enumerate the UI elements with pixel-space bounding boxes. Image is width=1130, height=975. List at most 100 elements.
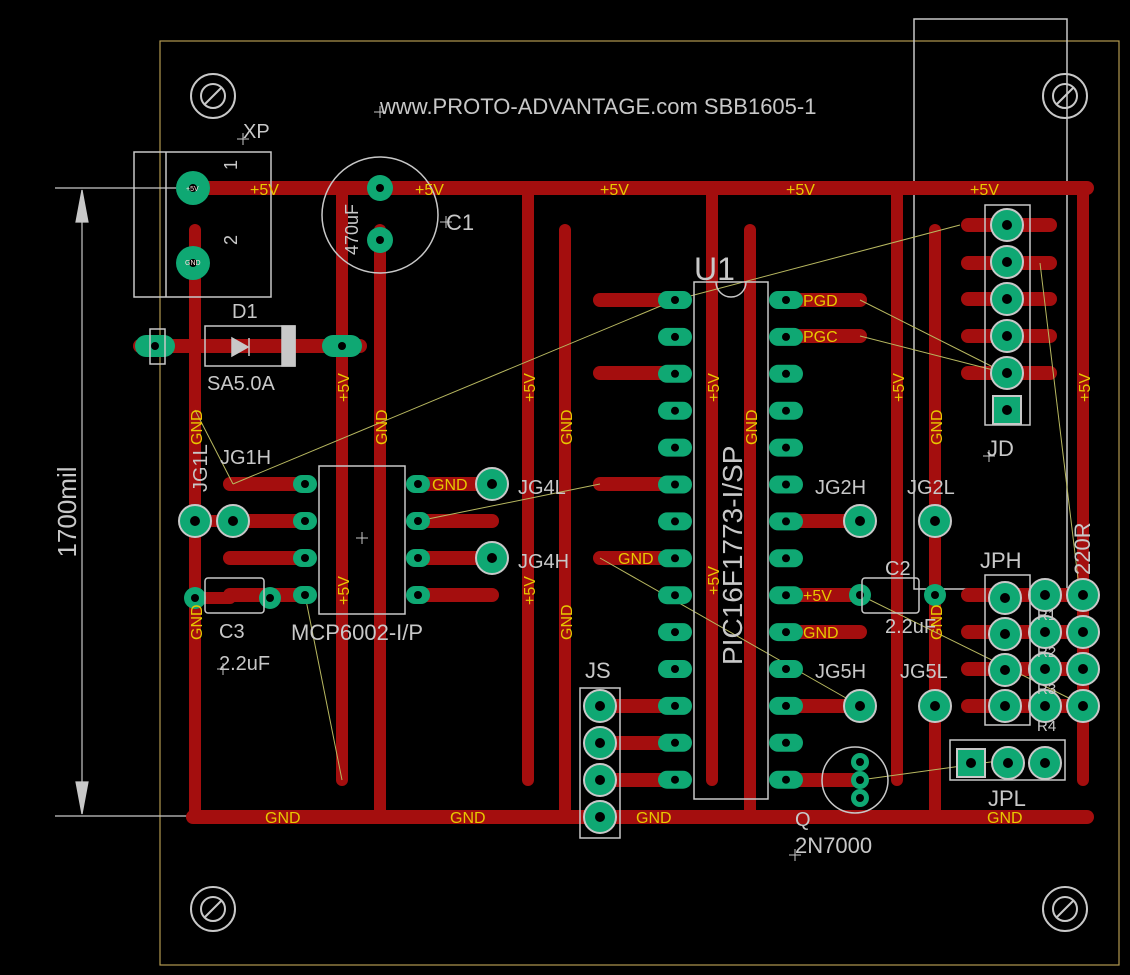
q-pad-3-drill — [856, 794, 864, 802]
jg2l-pad — [918, 504, 952, 538]
jg1l-pad — [178, 504, 212, 538]
u1-pad-l8-drill — [671, 554, 679, 563]
mcp-pad-l3-drill — [301, 554, 309, 562]
u1-pad-r2-drill — [782, 332, 790, 341]
js-pad-2 — [583, 726, 617, 760]
u1-pad-l12-drill — [671, 701, 679, 710]
u1-pad-r4-drill — [782, 406, 790, 415]
board-title: www.PROTO-ADVANTAGE.com SBB1605-1 — [379, 94, 816, 119]
pcb-layout-view: 1700mil +5V +5V +5V +5V +5V GND GND GND … — [0, 0, 1130, 975]
c2-pad-2-drill — [931, 591, 939, 599]
mounting-hole-tl — [190, 73, 236, 119]
r-value: 220R — [1070, 522, 1095, 575]
u1-pad-r3-drill — [782, 369, 790, 378]
jg1h-label: JG1H — [220, 447, 271, 469]
net-label-gnd-v2: GND — [374, 409, 391, 445]
u1-pad-l4-drill — [671, 406, 679, 415]
net-label-vcc-1: +5V — [250, 182, 279, 199]
u1-pad-l11-drill — [671, 665, 679, 673]
u1-label: U1 — [694, 251, 735, 287]
net-label-gnd-4: GND — [987, 810, 1023, 827]
u1-pad-l10-drill — [671, 628, 679, 637]
mcp-pad-r1-drill — [414, 480, 422, 488]
u1-pad-l14-drill — [671, 775, 679, 784]
r1-label: R1 — [1037, 607, 1056, 624]
d1-label: D1 — [232, 301, 258, 323]
net-label-vcc-v1: +5V — [336, 373, 353, 402]
mcp-pad-r2-drill — [414, 517, 422, 525]
jg5l-pad — [918, 689, 952, 723]
js-pad-3 — [583, 763, 617, 797]
u1-pad-l7-drill — [671, 517, 679, 526]
net-label-gnd-u1: GND — [618, 551, 654, 568]
ratsnest-airwires — [194, 224, 1086, 781]
u1-value: PIC16F1773-I/SP — [717, 446, 748, 665]
u1-pad-r12-drill — [782, 701, 790, 710]
jg2h-label: JG2H — [815, 477, 866, 499]
mounting-hole-tr — [1042, 73, 1088, 119]
pcb-canvas: 1700mil +5V +5V +5V +5V +5V GND GND GND … — [52, 18, 1120, 966]
u1-pad-r9-drill — [782, 591, 790, 600]
jpl-pad-1 — [956, 748, 986, 778]
jph-label: JPH — [980, 548, 1022, 573]
net-label-vcc-5: +5V — [970, 182, 999, 199]
net-label-gnd-v3: GND — [559, 409, 576, 445]
jph-pad-3 — [988, 653, 1022, 687]
net-label-gnd-v1: GND — [189, 409, 206, 445]
r4-label: R4 — [1037, 718, 1056, 735]
net-label-vcc-u1r: +5V — [803, 588, 832, 605]
jpl-pad-2 — [991, 746, 1025, 780]
u1-pad-r1-drill — [782, 296, 790, 304]
r3-label: R3 — [1037, 681, 1056, 698]
net-labels: +5V +5V +5V +5V +5V GND GND GND GND +5V … — [189, 182, 1094, 827]
u1-pad-l3-drill — [671, 369, 679, 378]
r2-label: R2 — [1037, 644, 1056, 661]
net-label-vcc-4: +5V — [786, 182, 815, 199]
jpl-label: JPL — [988, 786, 1026, 811]
jd-pad-5 — [990, 356, 1024, 390]
u1-pad-r13-drill — [782, 738, 790, 747]
jd-pad-1 — [990, 208, 1024, 242]
u1-pad-l6-drill — [671, 480, 679, 489]
jg5h-label: JG5H — [815, 661, 866, 683]
u1-pad-l2-drill — [671, 332, 679, 341]
mounting-hole-br — [1042, 886, 1088, 932]
net-label-pgc: PGC — [803, 329, 838, 346]
mounting-holes — [190, 73, 1088, 932]
xp-pad2-net: GND — [185, 260, 201, 267]
jg4l-pad — [475, 467, 509, 501]
jg4l-label: JG4L — [518, 477, 566, 499]
net-label-vcc-v4: +5V — [891, 373, 908, 402]
r2-pad-b — [1066, 615, 1100, 649]
jph-pad-1 — [988, 581, 1022, 615]
net-label-gnd-1: GND — [265, 810, 301, 827]
xp-pad1-net: +5V — [186, 186, 199, 193]
js-label: JS — [585, 658, 611, 683]
jd-pad-3 — [990, 282, 1024, 316]
r1-pad-b — [1066, 578, 1100, 612]
c2-pad-1-drill — [856, 591, 864, 599]
u1-pad-l1-drill — [671, 296, 679, 304]
js-pad-4 — [583, 800, 617, 834]
jd-pad-4 — [990, 319, 1024, 353]
jg4h-label: JG4H — [518, 551, 569, 573]
mcp-label: MCP6002-I/P — [291, 620, 423, 645]
net-label-vcc-v2: +5V — [522, 373, 539, 402]
mounting-hole-bl — [190, 886, 236, 932]
q-value: 2N7000 — [795, 833, 872, 858]
net-label-gnd-mcp: GND — [432, 477, 468, 494]
u1-pad-r7-drill — [782, 517, 790, 526]
u1-pad-r5-drill — [782, 443, 790, 452]
q-pad-1-drill — [856, 758, 864, 766]
mcp-pad-l2-drill — [301, 517, 309, 525]
r4-pad-b — [1066, 689, 1100, 723]
jd-label: JD — [987, 436, 1014, 461]
net-label-vcc-v5: +5V — [1077, 373, 1094, 402]
c3-pad-2-drill — [266, 594, 274, 602]
net-label-gnd-v4: GND — [744, 409, 761, 445]
net-label-gnd-2: GND — [450, 810, 486, 827]
mcp-pad-l4-drill — [301, 591, 309, 599]
net-label-gnd-v6: GND — [189, 604, 206, 640]
q-pad-2-drill — [856, 776, 864, 784]
jd-pad-6 — [992, 395, 1022, 425]
